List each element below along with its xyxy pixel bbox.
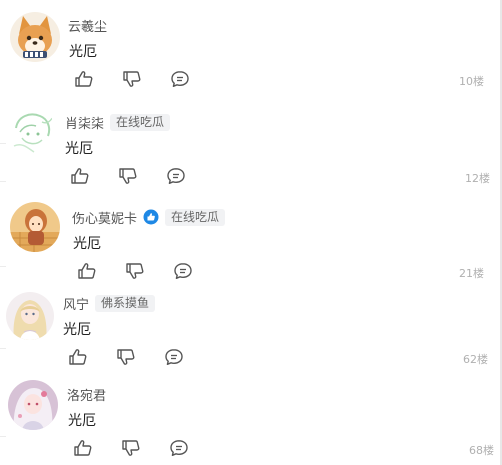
- thumbs-down-icon: [123, 71, 141, 87]
- username[interactable]: 洛宛君: [67, 385, 106, 404]
- comment-header: 洛宛君: [67, 384, 106, 404]
- status-badge: 佛系摸鱼: [95, 294, 156, 312]
- comment-header: 伤心莫妮卡 在线吃瓜: [72, 207, 226, 227]
- reply-button[interactable]: [163, 166, 189, 186]
- like-button[interactable]: [67, 166, 93, 186]
- like-button[interactable]: [65, 347, 91, 367]
- comment-text: 光厄: [63, 322, 91, 338]
- thumbs-up-icon: [71, 168, 89, 184]
- comment-text: 光厄: [65, 141, 93, 157]
- like-button[interactable]: [70, 438, 96, 458]
- comment-actions: [70, 438, 214, 458]
- dislike-button[interactable]: [118, 438, 144, 458]
- dog-avatar-image: [10, 12, 60, 62]
- thumbs-up-icon: [74, 440, 92, 456]
- floor-number: 68楼: [469, 444, 494, 457]
- avatar[interactable]: [6, 292, 54, 340]
- floor-number: 21楼: [459, 267, 484, 280]
- sketch-avatar-image: [8, 108, 56, 156]
- thumbs-up-icon: [75, 71, 93, 87]
- comment-header: 云羲尘: [68, 15, 107, 35]
- comment-icon: [165, 349, 183, 365]
- avatar[interactable]: [8, 108, 56, 156]
- comment-header: 肖柒柒 在线吃瓜: [65, 112, 171, 132]
- reply-button[interactable]: [170, 261, 196, 281]
- verified-badge-icon: [143, 209, 159, 225]
- thumbs-down-icon: [117, 349, 135, 365]
- comment-actions: [71, 69, 215, 89]
- thumbs-down-icon: [126, 263, 144, 279]
- status-badge: 在线吃瓜: [110, 113, 171, 131]
- like-button[interactable]: [74, 261, 100, 281]
- avatar[interactable]: [8, 380, 58, 430]
- thumbs-down-icon: [119, 168, 137, 184]
- comment-actions: [67, 166, 211, 186]
- thumbs-up-icon: [78, 263, 96, 279]
- username[interactable]: 风宁: [63, 294, 89, 313]
- reply-button[interactable]: [166, 438, 192, 458]
- comment-icon: [167, 168, 185, 184]
- comment-actions: [74, 261, 218, 281]
- white-hair-girl-avatar-image: [8, 380, 58, 430]
- comment-text: 光厄: [69, 44, 97, 60]
- comment-icon: [170, 440, 188, 456]
- avatar[interactable]: [10, 202, 60, 252]
- comment-icon: [171, 71, 189, 87]
- username[interactable]: 伤心莫妮卡: [72, 208, 137, 227]
- floor-number: 10楼: [459, 75, 484, 88]
- dislike-button[interactable]: [115, 166, 141, 186]
- avatar[interactable]: [10, 12, 60, 62]
- username[interactable]: 肖柒柒: [65, 113, 104, 132]
- comment-item: 风宁 佛系摸鱼 光厄 62楼: [0, 284, 500, 374]
- username[interactable]: 云羲尘: [68, 16, 107, 35]
- comment-item: 洛宛君 光厄 68楼: [0, 374, 500, 465]
- floor-number: 62楼: [463, 353, 488, 366]
- thumbs-down-icon: [122, 440, 140, 456]
- anime-girl-avatar-image: [10, 202, 60, 252]
- thumbs-up-icon: [69, 349, 87, 365]
- comment-item: 云羲尘 光厄 10楼: [0, 0, 500, 96]
- comment-header: 风宁 佛系摸鱼: [63, 293, 156, 313]
- reply-button[interactable]: [167, 69, 193, 89]
- dislike-button[interactable]: [119, 69, 145, 89]
- comment-text: 光厄: [68, 413, 96, 429]
- comment-icon: [174, 263, 192, 279]
- comment-item: 肖柒柒 在线吃瓜 光厄 12楼: [0, 96, 500, 192]
- dislike-button[interactable]: [113, 347, 139, 367]
- dislike-button[interactable]: [122, 261, 148, 281]
- status-badge: 在线吃瓜: [165, 208, 226, 226]
- comment-item: 伤心莫妮卡 在线吃瓜 光厄 21楼: [0, 192, 500, 284]
- reply-button[interactable]: [161, 347, 187, 367]
- comment-actions: [65, 347, 209, 367]
- comment-text: 光厄: [73, 236, 101, 252]
- like-button[interactable]: [71, 69, 97, 89]
- blonde-girl-avatar-image: [6, 292, 54, 340]
- floor-number: 12楼: [465, 172, 490, 185]
